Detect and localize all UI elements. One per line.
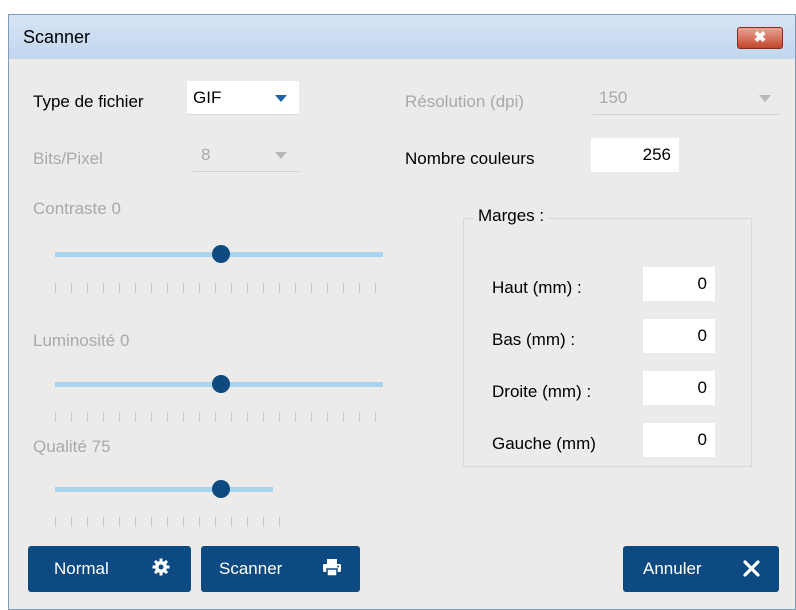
gear-icon	[152, 558, 170, 581]
color-count-field[interactable]: 256	[591, 138, 679, 172]
resolution-value: 150	[599, 88, 628, 107]
brightness-label: Luminosité 0	[33, 331, 130, 350]
quality-value: 75	[91, 437, 111, 456]
margin-right-field[interactable]: 0	[643, 371, 715, 405]
quality-ticks	[55, 517, 281, 527]
window-title: Scanner	[23, 27, 91, 47]
brightness-value: 0	[119, 331, 130, 350]
close-icon	[743, 560, 760, 582]
margin-top-field[interactable]: 0	[643, 267, 715, 301]
margins-group: Marges : Haut (mm) : 0 Bas (mm) : 0 Droi…	[463, 206, 752, 467]
file-type-select[interactable]: GIF	[187, 81, 299, 115]
title-bar: Scanner ✖	[9, 15, 795, 59]
file-type-label: Type de fichier	[33, 92, 144, 111]
quality-thumb[interactable]	[212, 480, 230, 498]
margin-left-label: Gauche (mm)	[492, 434, 596, 453]
resolution-label: Résolution (dpi)	[405, 92, 525, 111]
cancel-button-label: Annuler	[643, 559, 702, 578]
margin-bottom-label: Bas (mm) :	[492, 330, 576, 349]
bits-pixel-select[interactable]: 8	[193, 138, 299, 172]
close-icon: ✖	[753, 29, 767, 46]
margin-right-label: Droite (mm) :	[492, 382, 592, 401]
contrast-label: Contraste 0	[33, 199, 121, 218]
color-count-label: Nombre couleurs	[405, 149, 535, 168]
file-type-value: GIF	[193, 88, 222, 107]
printer-icon	[323, 559, 341, 581]
normal-button[interactable]: Normal	[28, 546, 191, 592]
margins-title: Marges :	[474, 206, 549, 226]
quality-track	[55, 487, 273, 492]
chevron-down-icon	[275, 152, 287, 159]
cancel-button[interactable]: Annuler	[623, 546, 779, 592]
contrast-thumb[interactable]	[212, 245, 230, 263]
margin-top-label: Haut (mm) :	[492, 278, 582, 297]
scanner-dialog: Scanner ✖ Type de fichier GIF Résolution…	[8, 14, 796, 610]
margin-left-field[interactable]: 0	[643, 423, 715, 457]
quality-label: Qualité 75	[33, 437, 111, 456]
scan-button[interactable]: Scanner	[201, 546, 360, 592]
close-button[interactable]: ✖	[737, 27, 783, 49]
brightness-thumb[interactable]	[212, 375, 230, 393]
chevron-down-icon	[759, 95, 771, 102]
margin-bottom-field[interactable]: 0	[643, 319, 715, 353]
contrast-ticks	[55, 283, 385, 293]
normal-button-label: Normal	[54, 559, 109, 578]
brightness-ticks	[55, 412, 385, 422]
contrast-value: 0	[111, 199, 121, 218]
bits-pixel-value: 8	[201, 145, 211, 164]
resolution-select[interactable]: 150	[593, 81, 779, 115]
chevron-down-icon	[275, 95, 287, 102]
scan-button-label: Scanner	[219, 559, 283, 578]
bits-pixel-label: Bits/Pixel	[33, 149, 103, 168]
